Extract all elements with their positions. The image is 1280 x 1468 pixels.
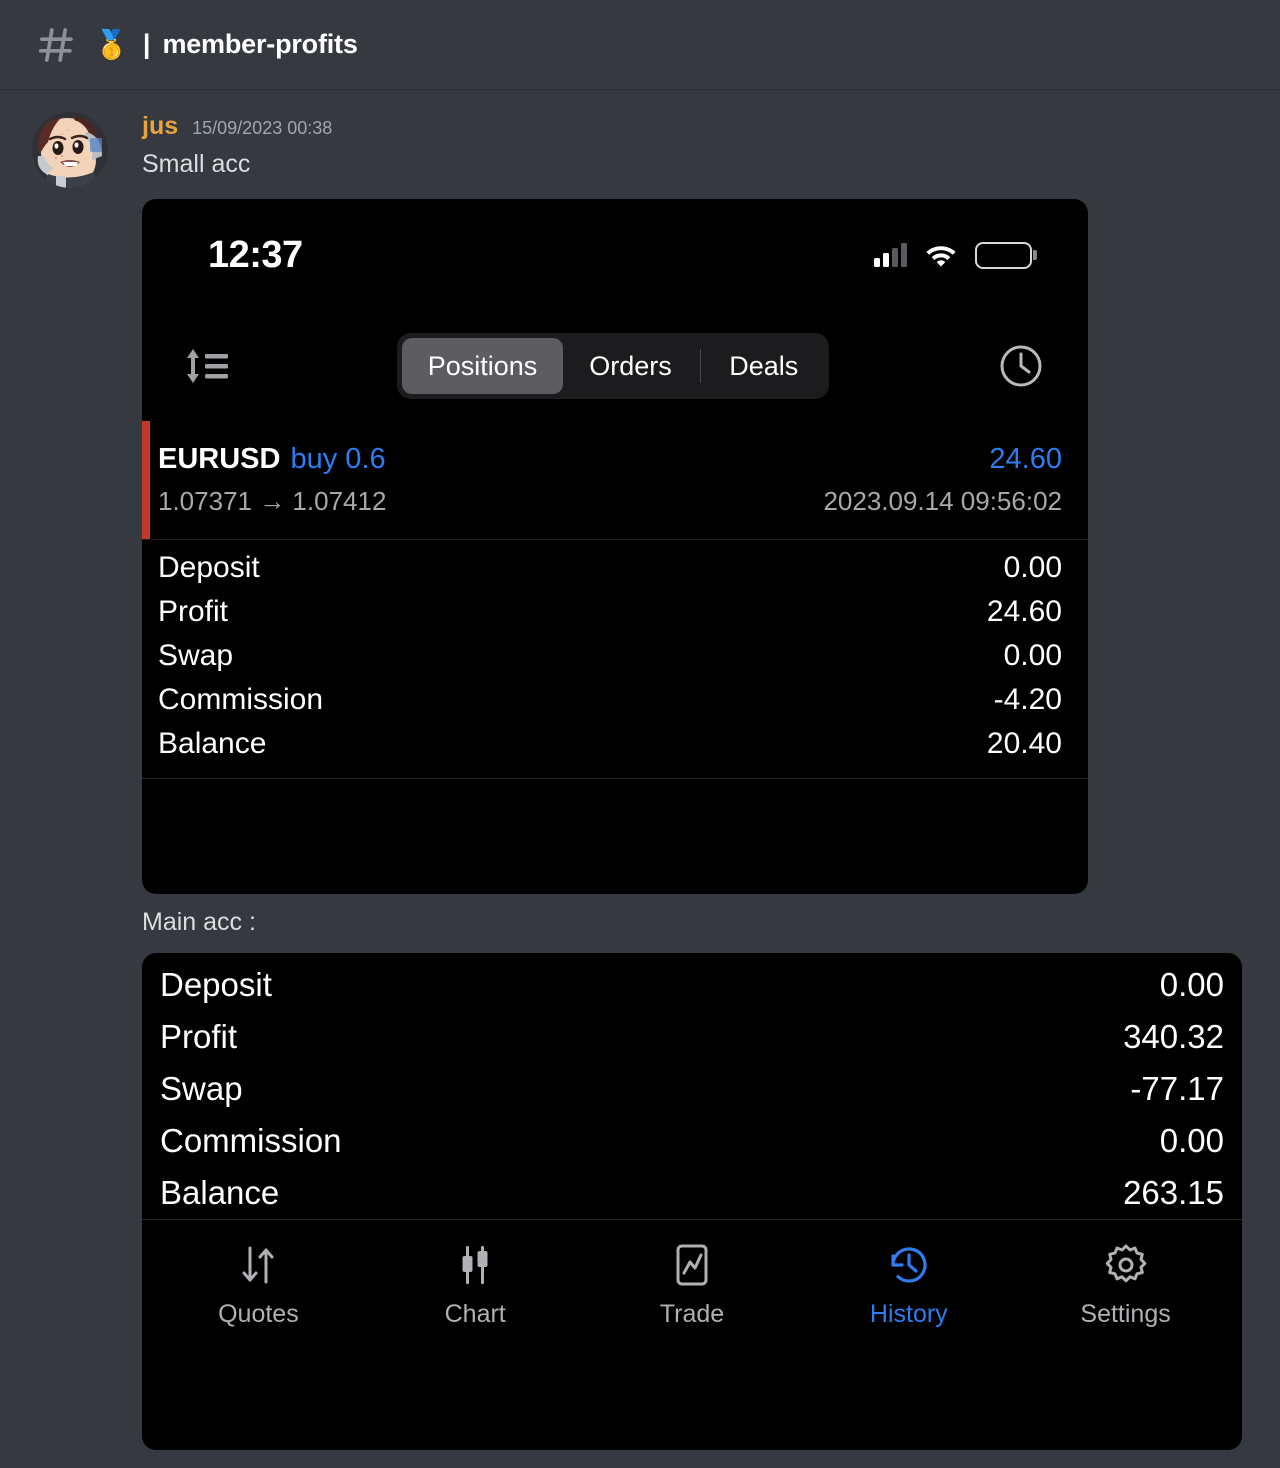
segment-divider bbox=[699, 349, 702, 383]
tab-positions[interactable]: Positions bbox=[401, 338, 564, 394]
summary-label: Balance bbox=[160, 1174, 280, 1211]
tab-label: History bbox=[869, 1300, 948, 1328]
summary-value: 0.00 bbox=[1159, 1122, 1224, 1159]
summary-row-commission: Commission -4.20 bbox=[142, 678, 1088, 722]
status-bar-indicators bbox=[874, 241, 1032, 269]
clock-icon[interactable] bbox=[996, 341, 1046, 391]
tab-chart[interactable]: Chart bbox=[367, 1242, 584, 1329]
quotes-arrows-icon bbox=[235, 1242, 281, 1288]
attachment-small-account-screenshot[interactable]: 12:37 Positions Orders Deals EURUSD buy … bbox=[142, 199, 1088, 894]
message-list: jus 15/09/2023 00:38 Small acc 12:37 Pos… bbox=[0, 90, 1280, 1450]
position-profit: 24.60 bbox=[989, 443, 1062, 475]
summary-row-swap: Swap -77.17 bbox=[142, 1063, 1242, 1115]
attachment-main-account-screenshot[interactable]: Deposit 0.00 Profit 340.32 Swap -77.17 C… bbox=[142, 953, 1242, 1450]
tab-settings[interactable]: Settings bbox=[1017, 1242, 1234, 1329]
message-timestamp: 15/09/2023 00:38 bbox=[192, 118, 333, 138]
summary-row-balance: Balance 263.15 bbox=[142, 1167, 1242, 1219]
position-open-time: 2023.09.14 09:56:02 bbox=[823, 486, 1062, 516]
summary-label: Swap bbox=[160, 1070, 243, 1107]
summary-row-commission: Commission 0.00 bbox=[142, 1115, 1242, 1167]
summary-label: Profit bbox=[160, 1018, 238, 1055]
history-clock-icon bbox=[886, 1242, 932, 1288]
position-loss-accent-bar bbox=[142, 421, 150, 539]
channel-name: member-profits bbox=[162, 29, 358, 59]
gear-icon bbox=[1103, 1242, 1149, 1288]
tab-label: Chart bbox=[444, 1300, 506, 1328]
positions-orders-deals-segmented-control: Positions Orders Deals bbox=[396, 333, 830, 399]
account-summary-small: Deposit 0.00 Profit 24.60 Swap 0.00 Comm… bbox=[142, 540, 1088, 879]
channel-header: 🥇 | member-profits bbox=[0, 0, 1280, 90]
hash-icon bbox=[36, 25, 76, 65]
battery-low-power-icon bbox=[975, 241, 1032, 269]
summary-label: Commission bbox=[158, 683, 324, 716]
avatar[interactable] bbox=[32, 112, 108, 188]
cellular-signal-icon bbox=[874, 243, 907, 267]
summary-value: 0.00 bbox=[1003, 551, 1062, 584]
tab-label: Trade bbox=[659, 1300, 725, 1328]
chat-message: jus 15/09/2023 00:38 Small acc 12:37 Pos… bbox=[0, 112, 1280, 1450]
position-row-eurusd[interactable]: EURUSD buy 0.6 24.60 1.07371 → 1.07412 20… bbox=[142, 421, 1088, 540]
tab-quotes[interactable]: Quotes bbox=[150, 1242, 367, 1329]
summary-value: 20.40 bbox=[986, 727, 1062, 760]
summary-label: Commission bbox=[160, 1122, 342, 1159]
summary-label: Deposit bbox=[160, 966, 272, 1003]
summary-row-profit: Profit 340.32 bbox=[142, 1011, 1242, 1063]
candlestick-icon bbox=[452, 1242, 498, 1288]
summary-value: 263.15 bbox=[1123, 1174, 1224, 1211]
summary-row-swap: Swap 0.00 bbox=[142, 634, 1088, 678]
bottom-tab-bar: Quotes Chart Trade History Settings bbox=[142, 1219, 1242, 1329]
status-bar-time: 12:37 bbox=[208, 233, 303, 276]
sort-icon[interactable] bbox=[182, 345, 230, 387]
summary-value: 24.60 bbox=[986, 595, 1062, 628]
ios-status-bar: 12:37 bbox=[142, 199, 1088, 311]
summary-label: Profit bbox=[158, 595, 229, 628]
account-summary-main: Deposit 0.00 Profit 340.32 Swap -77.17 C… bbox=[142, 953, 1242, 1219]
summary-row-deposit: Deposit 0.00 bbox=[142, 959, 1242, 1011]
position-symbol: EURUSD bbox=[158, 443, 281, 475]
history-toolbar: Positions Orders Deals bbox=[142, 311, 1088, 421]
summary-label: Deposit bbox=[158, 551, 260, 584]
position-row-primary: EURUSD buy 0.6 24.60 bbox=[158, 443, 1062, 476]
summary-label: Balance bbox=[158, 727, 267, 760]
header-separator: | bbox=[142, 29, 151, 59]
position-side-volume: buy 0.6 bbox=[290, 443, 386, 475]
trade-chart-icon bbox=[669, 1242, 715, 1288]
message-body: jus 15/09/2023 00:38 Small acc 12:37 Pos… bbox=[142, 112, 1250, 1450]
summary-label: Swap bbox=[158, 639, 234, 672]
tab-label: Settings bbox=[1080, 1300, 1171, 1328]
tab-trade[interactable]: Trade bbox=[584, 1242, 801, 1329]
tab-deals[interactable]: Deals bbox=[703, 338, 824, 394]
position-row-secondary: 1.07371 → 1.07412 2023.09.14 09:56:02 bbox=[158, 486, 1062, 517]
message-text-small-acc: Small acc bbox=[142, 150, 251, 178]
message-text-main-acc: Main acc : bbox=[142, 908, 256, 936]
gold-medal-icon: 🥇 bbox=[94, 28, 129, 60]
tab-history[interactable]: History bbox=[800, 1242, 1017, 1329]
summary-value: -77.17 bbox=[1130, 1070, 1224, 1107]
tab-orders[interactable]: Orders bbox=[563, 338, 698, 394]
summary-value: -4.20 bbox=[993, 683, 1062, 716]
position-price-range: 1.07371 → 1.07412 bbox=[158, 486, 387, 516]
summary-row-deposit: Deposit 0.00 bbox=[142, 546, 1088, 590]
summary-value: 340.32 bbox=[1123, 1018, 1224, 1055]
message-header: jus 15/09/2023 00:38 bbox=[142, 112, 1250, 141]
position-symbol-side: EURUSD buy 0.6 bbox=[158, 443, 386, 476]
summary-row-balance: Balance 20.40 bbox=[142, 722, 1088, 766]
summary-row-profit: Profit 24.60 bbox=[142, 590, 1088, 634]
tab-label: Quotes bbox=[218, 1300, 299, 1328]
empty-list-area bbox=[142, 779, 1088, 879]
wifi-icon bbox=[925, 243, 957, 267]
message-author[interactable]: jus bbox=[142, 112, 178, 141]
summary-value: 0.00 bbox=[1159, 966, 1224, 1003]
summary-value: 0.00 bbox=[1003, 639, 1062, 672]
